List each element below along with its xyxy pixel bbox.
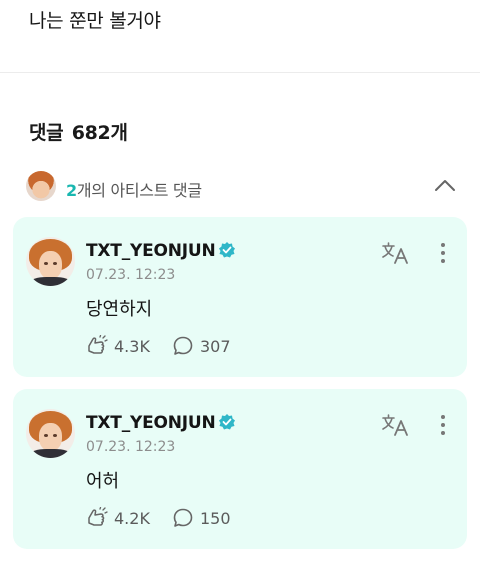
comments-label: 댓글 xyxy=(29,122,64,144)
replies-count: 307 xyxy=(200,337,231,356)
reaction-cheer-icon xyxy=(88,335,108,354)
reaction-cheer-icon xyxy=(88,507,108,526)
avatar[interactable] xyxy=(26,237,75,286)
comments-header: 댓글 682개 xyxy=(29,118,128,145)
comment-text: 당연하지 xyxy=(86,299,153,320)
verified-badge-icon xyxy=(219,414,235,430)
comments-count: 682개 xyxy=(71,122,128,144)
username[interactable]: TXT_YEONJUN xyxy=(86,413,216,433)
artist-comment-card: TXT_YEONJUN 07.23. 12:23 어허 4.2K 150 xyxy=(13,389,467,549)
timestamp: 07.23. 12:23 xyxy=(86,439,176,455)
verified-badge-icon xyxy=(219,242,235,258)
more-vertical-icon[interactable] xyxy=(436,414,450,436)
artist-comments-row[interactable]: 2개의 아티스트 댓글 xyxy=(26,170,458,204)
artist-comments-label: 2개의 아티스트 댓글 xyxy=(66,177,202,201)
chevron-up-icon[interactable] xyxy=(434,178,456,192)
reactions-count: 4.2K xyxy=(114,509,150,528)
comment-text: 어허 xyxy=(86,471,120,492)
more-vertical-icon[interactable] xyxy=(436,242,450,264)
speech-bubble-icon xyxy=(173,508,193,527)
username[interactable]: TXT_YEONJUN xyxy=(86,241,216,261)
divider xyxy=(0,72,480,73)
timestamp: 07.23. 12:23 xyxy=(86,267,176,283)
artist-comments-count: 2 xyxy=(66,181,77,200)
artist-comments-text: 개의 아티스트 댓글 xyxy=(76,181,202,200)
translate-icon[interactable] xyxy=(381,413,411,437)
post-text: 나는 쭌만 볼거야 xyxy=(29,10,161,32)
reactions-count: 4.3K xyxy=(114,337,150,356)
avatar[interactable] xyxy=(26,409,75,458)
speech-bubble-icon xyxy=(173,336,193,355)
artist-avatar xyxy=(26,171,56,201)
replies-count: 150 xyxy=(200,509,231,528)
artist-comment-card: TXT_YEONJUN 07.23. 12:23 당연하지 4.3K 307 xyxy=(13,217,467,377)
translate-icon[interactable] xyxy=(381,241,411,265)
